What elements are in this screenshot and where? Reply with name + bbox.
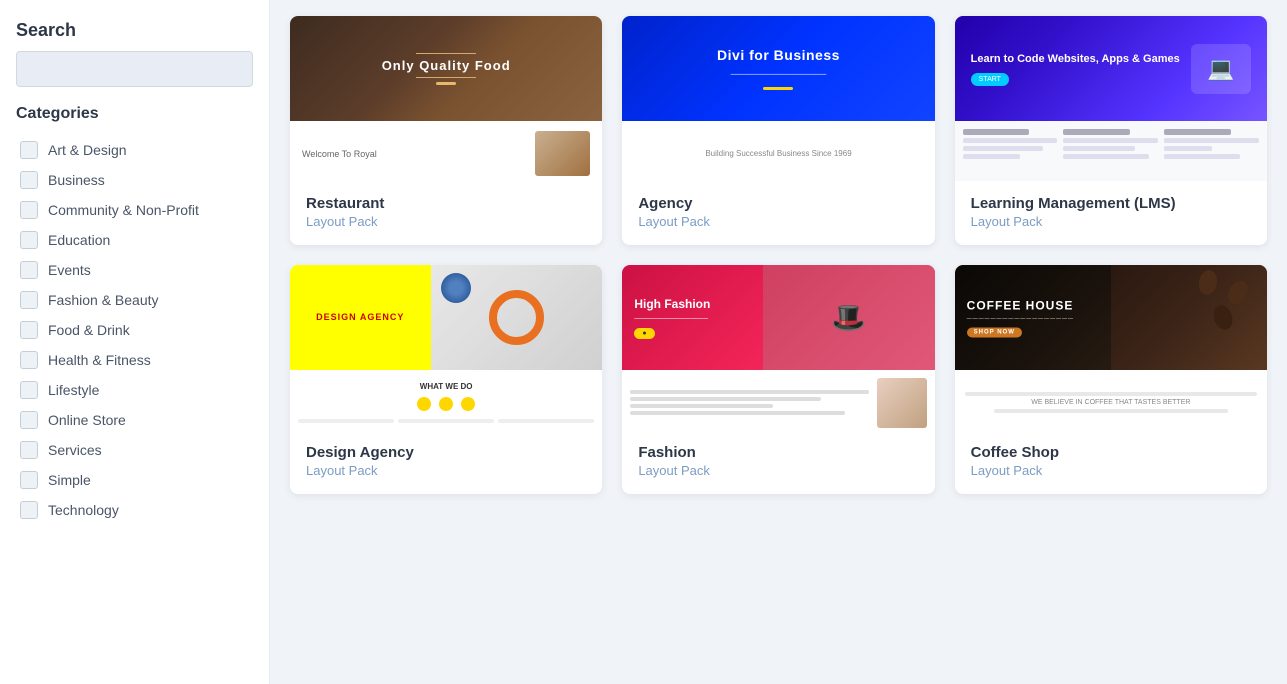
sidebar-item-simple[interactable]: Simple (16, 465, 253, 495)
category-label-events: Events (48, 262, 91, 278)
sidebar-item-health-fitness[interactable]: Health & Fitness (16, 345, 253, 375)
card-fashion-subtitle: Layout Pack (638, 463, 918, 478)
sidebar: Search Categories Art & Design Business … (0, 0, 270, 684)
sidebar-item-business[interactable]: Business (16, 165, 253, 195)
card-restaurant-title: Restaurant (306, 195, 586, 212)
search-label: Search (16, 20, 253, 41)
restaurant-preview-text: Welcome To Royal (302, 149, 377, 159)
category-label-art-design: Art & Design (48, 142, 127, 158)
card-fashion-title: Fashion (638, 444, 918, 461)
category-label-fashion-beauty: Fashion & Beauty (48, 292, 159, 308)
main-content: Only Quality Food Welcome To Royal Resta… (270, 0, 1287, 684)
sidebar-item-services[interactable]: Services (16, 435, 253, 465)
hat-icon: 🎩 (831, 301, 866, 334)
card-fashion-image: 🎩 High Fashion ───────────── ● (622, 265, 934, 430)
sidebar-item-lifestyle[interactable]: Lifestyle (16, 375, 253, 405)
fashion-preview-left (630, 378, 868, 427)
card-fashion-body: Fashion Layout Pack (622, 430, 934, 494)
agency-hero-sub: ─────────────── (731, 69, 827, 79)
coffee-hero-title: COFFEE HOUSE ────────────────── SHOP NOW (967, 298, 1074, 337)
category-checkbox-events[interactable] (20, 261, 38, 279)
decoration-shape (441, 273, 471, 303)
card-design-agency-body: Design Agency Layout Pack (290, 430, 602, 494)
card-lms-body: Learning Management (LMS) Layout Pack (955, 181, 1267, 245)
sidebar-item-fashion-beauty[interactable]: Fashion & Beauty (16, 285, 253, 315)
category-checkbox-simple[interactable] (20, 471, 38, 489)
sidebar-item-community[interactable]: Community & Non-Profit (16, 195, 253, 225)
lms-hero-btn: START (971, 73, 1009, 86)
laptop-icon: 💻 (1191, 44, 1251, 94)
category-label-business: Business (48, 172, 105, 188)
card-agency-subtitle: Layout Pack (638, 214, 918, 229)
category-label-services: Services (48, 442, 102, 458)
card-restaurant-body: Restaurant Layout Pack (290, 181, 602, 245)
card-lms-subtitle: Layout Pack (971, 214, 1251, 229)
restaurant-hero-text: Only Quality Food (382, 58, 511, 73)
card-coffee-shop-body: Coffee Shop Layout Pack (955, 430, 1267, 494)
sidebar-item-online-store[interactable]: Online Store (16, 405, 253, 435)
category-checkbox-food-drink[interactable] (20, 321, 38, 339)
categories-label: Categories (16, 105, 253, 123)
category-label-online-store: Online Store (48, 412, 126, 428)
category-label-simple: Simple (48, 472, 91, 488)
category-checkbox-technology[interactable] (20, 501, 38, 519)
card-design-agency-image: DESIGN AGENCY WHAT WE DO (290, 265, 602, 430)
card-lms-image: Learn to Code Websites, Apps & Games STA… (955, 16, 1267, 181)
headphones-icon (489, 290, 544, 345)
card-restaurant-subtitle: Layout Pack (306, 214, 586, 229)
fashion-hero-text: High Fashion ───────────── ● (634, 297, 710, 339)
category-label-health-fitness: Health & Fitness (48, 352, 151, 368)
card-design-agency-subtitle: Layout Pack (306, 463, 586, 478)
card-design-agency[interactable]: DESIGN AGENCY WHAT WE DO (290, 265, 602, 494)
sidebar-item-events[interactable]: Events (16, 255, 253, 285)
fashion-preview-img (877, 378, 927, 428)
sidebar-item-technology[interactable]: Technology (16, 495, 253, 525)
coffee-beans-bg (1111, 265, 1267, 370)
fashion-hero-bg: 🎩 (763, 265, 935, 370)
card-agency-body: Agency Layout Pack (622, 181, 934, 245)
card-restaurant[interactable]: Only Quality Food Welcome To Royal Resta… (290, 16, 602, 245)
card-coffee-shop-subtitle: Layout Pack (971, 463, 1251, 478)
search-input[interactable] (16, 51, 253, 87)
card-agency-image: Divi for Business ─────────────── Buildi… (622, 16, 934, 181)
category-checkbox-health-fitness[interactable] (20, 351, 38, 369)
card-lms-title: Learning Management (LMS) (971, 195, 1251, 212)
category-checkbox-art-design[interactable] (20, 141, 38, 159)
card-agency[interactable]: Divi for Business ─────────────── Buildi… (622, 16, 934, 245)
category-checkbox-fashion-beauty[interactable] (20, 291, 38, 309)
category-checkbox-lifestyle[interactable] (20, 381, 38, 399)
category-checkbox-services[interactable] (20, 441, 38, 459)
category-list: Art & Design Business Community & Non-Pr… (16, 135, 253, 525)
card-coffee-shop-title: Coffee Shop (971, 444, 1251, 461)
card-agency-title: Agency (638, 195, 918, 212)
sidebar-item-food-drink[interactable]: Food & Drink (16, 315, 253, 345)
card-restaurant-image: Only Quality Food Welcome To Royal (290, 16, 602, 181)
card-coffee-shop[interactable]: COFFEE HOUSE ────────────────── SHOP NOW… (955, 265, 1267, 494)
category-checkbox-business[interactable] (20, 171, 38, 189)
card-coffee-shop-image: COFFEE HOUSE ────────────────── SHOP NOW… (955, 265, 1267, 430)
design-agency-hero-text: DESIGN AGENCY (316, 312, 404, 324)
category-label-community: Community & Non-Profit (48, 202, 199, 218)
category-checkbox-education[interactable] (20, 231, 38, 249)
design-preview-icons (417, 397, 475, 411)
lms-preview (955, 121, 1267, 181)
category-checkbox-community[interactable] (20, 201, 38, 219)
category-label-technology: Technology (48, 502, 119, 518)
card-fashion[interactable]: 🎩 High Fashion ───────────── ● (622, 265, 934, 494)
category-label-education: Education (48, 232, 110, 248)
category-checkbox-online-store[interactable] (20, 411, 38, 429)
restaurant-preview-img (535, 131, 590, 176)
layout-pack-grid: Only Quality Food Welcome To Royal Resta… (290, 16, 1267, 494)
agency-preview-text: Building Successful Business Since 1969 (705, 148, 851, 159)
category-label-food-drink: Food & Drink (48, 322, 130, 338)
card-design-agency-title: Design Agency (306, 444, 586, 461)
agency-hero-title: Divi for Business (717, 47, 840, 63)
card-lms[interactable]: Learn to Code Websites, Apps & Games STA… (955, 16, 1267, 245)
design-preview-title: WHAT WE DO (420, 382, 473, 391)
coffee-preview-text: WE BELIEVE IN COFFEE THAT TASTES BETTER (1031, 399, 1190, 406)
sidebar-item-education[interactable]: Education (16, 225, 253, 255)
lms-hero-text: Learn to Code Websites, Apps & Games (971, 51, 1180, 68)
sidebar-item-art-design[interactable]: Art & Design (16, 135, 253, 165)
category-label-lifestyle: Lifestyle (48, 382, 99, 398)
